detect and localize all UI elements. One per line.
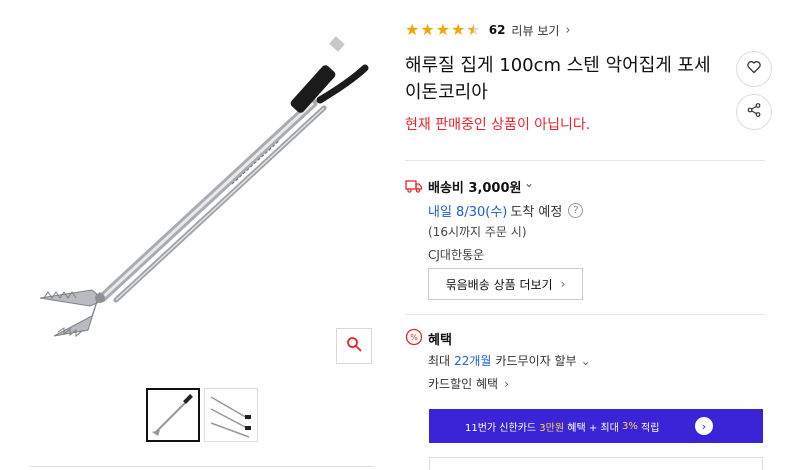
- star-icon: ★: [405, 20, 420, 39]
- heart-icon: [746, 59, 762, 79]
- arrow-right-icon[interactable]: ›: [695, 417, 713, 435]
- arrival-suffix: 도착 예정: [510, 205, 563, 220]
- installment-suffix: 카드무이자 할부: [495, 354, 577, 368]
- rating-row[interactable]: ★ ★ ★ ★ ★ 62 리뷰 보기 ›: [405, 20, 571, 40]
- divider: [405, 160, 765, 161]
- star-icon: ★: [435, 20, 451, 39]
- zoom-button[interactable]: [336, 328, 372, 364]
- next-section-box: [429, 457, 763, 470]
- card-promo-banner[interactable]: 11번가 신한카드 3만원 혜택 + 최대 3% 적립 ›: [429, 409, 763, 443]
- svg-text:%: %: [410, 333, 418, 342]
- card-discount-link[interactable]: 카드할인 혜택 ›: [428, 375, 509, 392]
- banner-text-3: 적립: [641, 422, 660, 434]
- bundle-shipping-button[interactable]: 묶음배송 상품 더보기 ›: [428, 268, 583, 300]
- shipping-fee[interactable]: 배송비 3,000원: [428, 177, 522, 196]
- product-main-image: [30, 30, 374, 370]
- installment-prefix: 최대: [428, 354, 451, 368]
- chevron-right-icon: ›: [560, 277, 566, 291]
- star-rating: ★ ★ ★ ★ ★: [405, 21, 481, 39]
- thumbnail-1[interactable]: [146, 388, 200, 442]
- search-icon: [346, 336, 362, 356]
- banner-amount: 3만원: [539, 422, 565, 434]
- share-button[interactable]: [736, 94, 772, 130]
- truck-icon: [405, 177, 423, 195]
- star-icon: ★: [451, 20, 466, 39]
- star-half-icon: ★: [466, 20, 481, 39]
- star-icon: ★: [420, 20, 435, 39]
- help-icon[interactable]: ?: [568, 203, 584, 218]
- review-count[interactable]: 62: [489, 23, 506, 37]
- installment-months: 22개월: [454, 354, 492, 368]
- divider: [405, 314, 765, 315]
- thumbnail-list: [146, 388, 258, 442]
- chevron-right-icon: ›: [565, 22, 571, 38]
- product-title: 해루질 집게 100cm 스텐 악어집게 포세이돈코리아: [405, 55, 711, 103]
- benefit-title: 혜택: [428, 333, 452, 348]
- banner-rate: 3%: [621, 420, 638, 432]
- chevron-right-icon: ›: [504, 376, 509, 391]
- review-link[interactable]: 리뷰 보기: [511, 22, 559, 39]
- percent-badge-icon: %: [405, 328, 423, 346]
- bundle-button-label: 묶음배송 상품 더보기: [445, 277, 553, 292]
- card-discount-label: 카드할인 혜택: [428, 377, 499, 391]
- chevron-down-icon[interactable]: ⌄: [524, 176, 534, 190]
- sale-status: 현재 판매중인 상품이 아닙니다.: [405, 117, 591, 133]
- wishlist-button[interactable]: [736, 51, 772, 87]
- arrival-date: 내일 8/30(수): [428, 205, 508, 220]
- order-cutoff: (16시까지 주문 시): [428, 225, 527, 239]
- divider: [30, 466, 374, 467]
- chevron-down-icon: ⌄: [580, 353, 591, 368]
- banner-text-2: 혜택 + 최대: [567, 422, 619, 434]
- carrier-name: CJ대한통운: [428, 248, 485, 262]
- installment-info[interactable]: 최대 22개월 카드무이자 할부 ⌄: [428, 352, 591, 369]
- banner-text-1: 11번가 신한카드: [465, 422, 537, 434]
- share-icon: [746, 102, 762, 122]
- arrival-estimate: 내일 8/30(수) 도착 예정 ?: [428, 201, 584, 220]
- thumbnail-2[interactable]: [204, 388, 258, 442]
